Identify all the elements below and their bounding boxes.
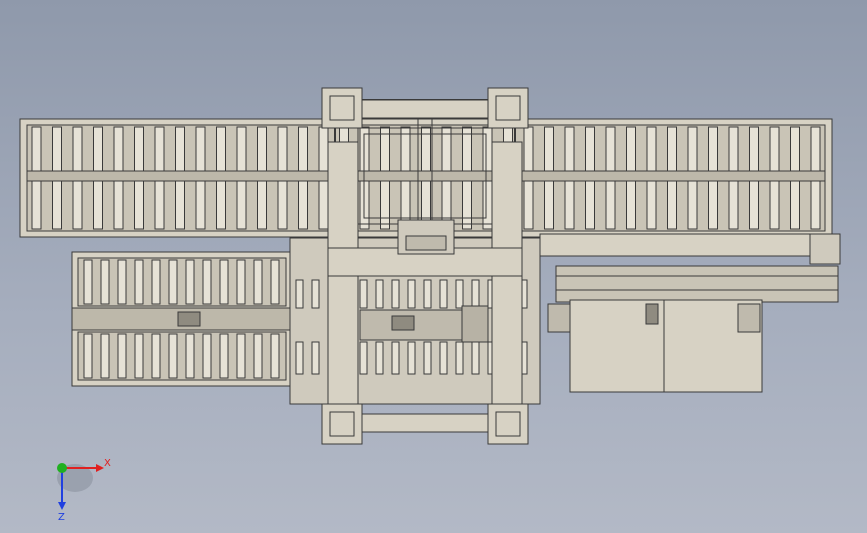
- right-unit-bracket-left: [547, 303, 571, 333]
- left-conveyor-roller: [185, 333, 195, 379]
- center-transfer-roller: [295, 279, 304, 309]
- left-conveyor-roller: [270, 259, 280, 305]
- triad-x-arrowhead: [96, 464, 104, 472]
- center-transfer-roller: [423, 279, 432, 309]
- center-transfer-roller: [375, 279, 384, 309]
- center-transfer-roller: [455, 341, 464, 375]
- center-transfer-roller: [423, 341, 432, 375]
- left-conveyor-roller: [83, 259, 93, 305]
- triad-y-axis-dot: [57, 463, 67, 473]
- left-conveyor-roller: [202, 333, 212, 379]
- center-drive-plate: [359, 309, 471, 341]
- right-unit-top-rail: [539, 233, 841, 257]
- left-conveyor-roller: [100, 333, 110, 379]
- right-unit-cabinet: [569, 299, 763, 393]
- right-unit-bracket-right: [737, 303, 761, 333]
- center-transfer-roller: [391, 279, 400, 309]
- triad-z-arrowhead: [58, 502, 66, 510]
- left-conveyor-roller: [236, 333, 246, 379]
- center-transfer-roller: [455, 279, 464, 309]
- left-conveyor-roller: [117, 333, 127, 379]
- left-conveyor-roller: [168, 333, 178, 379]
- center-transfer-roller: [311, 279, 320, 309]
- left-conveyor-roller: [83, 333, 93, 379]
- right-outfeed-unit: [539, 233, 841, 393]
- right-unit-sensor: [645, 303, 659, 325]
- gantry-foot-top-right: [487, 87, 529, 129]
- center-transfer-roller: [359, 341, 368, 375]
- center-gusset: [461, 305, 489, 343]
- right-unit-end-cap: [809, 233, 841, 265]
- left-conveyor-roller: [168, 259, 178, 305]
- center-transfer-roller: [391, 341, 400, 375]
- center-transfer-roller: [471, 341, 480, 375]
- gantry-foot-top-left: [321, 87, 363, 129]
- left-conveyor-roller: [151, 333, 161, 379]
- left-conveyor-roller: [134, 259, 144, 305]
- left-conveyor-roller: [253, 259, 263, 305]
- triad-z-label: Z: [58, 512, 65, 523]
- center-transfer-roller: [439, 279, 448, 309]
- center-transfer-roller: [295, 341, 304, 375]
- gantry-foot-bottom-right: [487, 403, 529, 445]
- center-transfer-roller: [311, 341, 320, 375]
- left-conveyor-roller: [185, 259, 195, 305]
- center-cylinder: [391, 315, 415, 331]
- left-conveyor-roller: [117, 259, 127, 305]
- left-conveyor-roller: [270, 333, 280, 379]
- left-conveyor-roller: [219, 259, 229, 305]
- left-conveyor-motor: [177, 311, 201, 327]
- gantry-foot-bottom-left: [321, 403, 363, 445]
- center-transfer-roller: [375, 341, 384, 375]
- left-conveyor-roller: [134, 333, 144, 379]
- triad-x-label: X: [104, 458, 111, 469]
- gantry-motor-plate-inner: [405, 235, 447, 251]
- left-roller-conveyor: [71, 251, 291, 387]
- top-roller-conveyor: [19, 118, 833, 238]
- center-transfer-roller: [359, 279, 368, 309]
- left-conveyor-roller: [100, 259, 110, 305]
- left-conveyor-roller: [236, 259, 246, 305]
- left-conveyor-roller: [202, 259, 212, 305]
- left-conveyor-roller: [253, 333, 263, 379]
- top-conveyor-center-rail: [26, 170, 826, 182]
- left-conveyor-roller: [151, 259, 161, 305]
- center-transfer-roller: [407, 341, 416, 375]
- cad-viewport[interactable]: X Z: [0, 0, 867, 533]
- left-conveyor-roller: [219, 333, 229, 379]
- center-transfer-roller: [407, 279, 416, 309]
- center-transfer-roller: [439, 341, 448, 375]
- coordinate-triad: X Z: [57, 458, 111, 523]
- right-unit-belt-section: [555, 265, 839, 303]
- conveyor-transfer-machine: [19, 87, 841, 445]
- center-transfer-roller: [471, 279, 480, 309]
